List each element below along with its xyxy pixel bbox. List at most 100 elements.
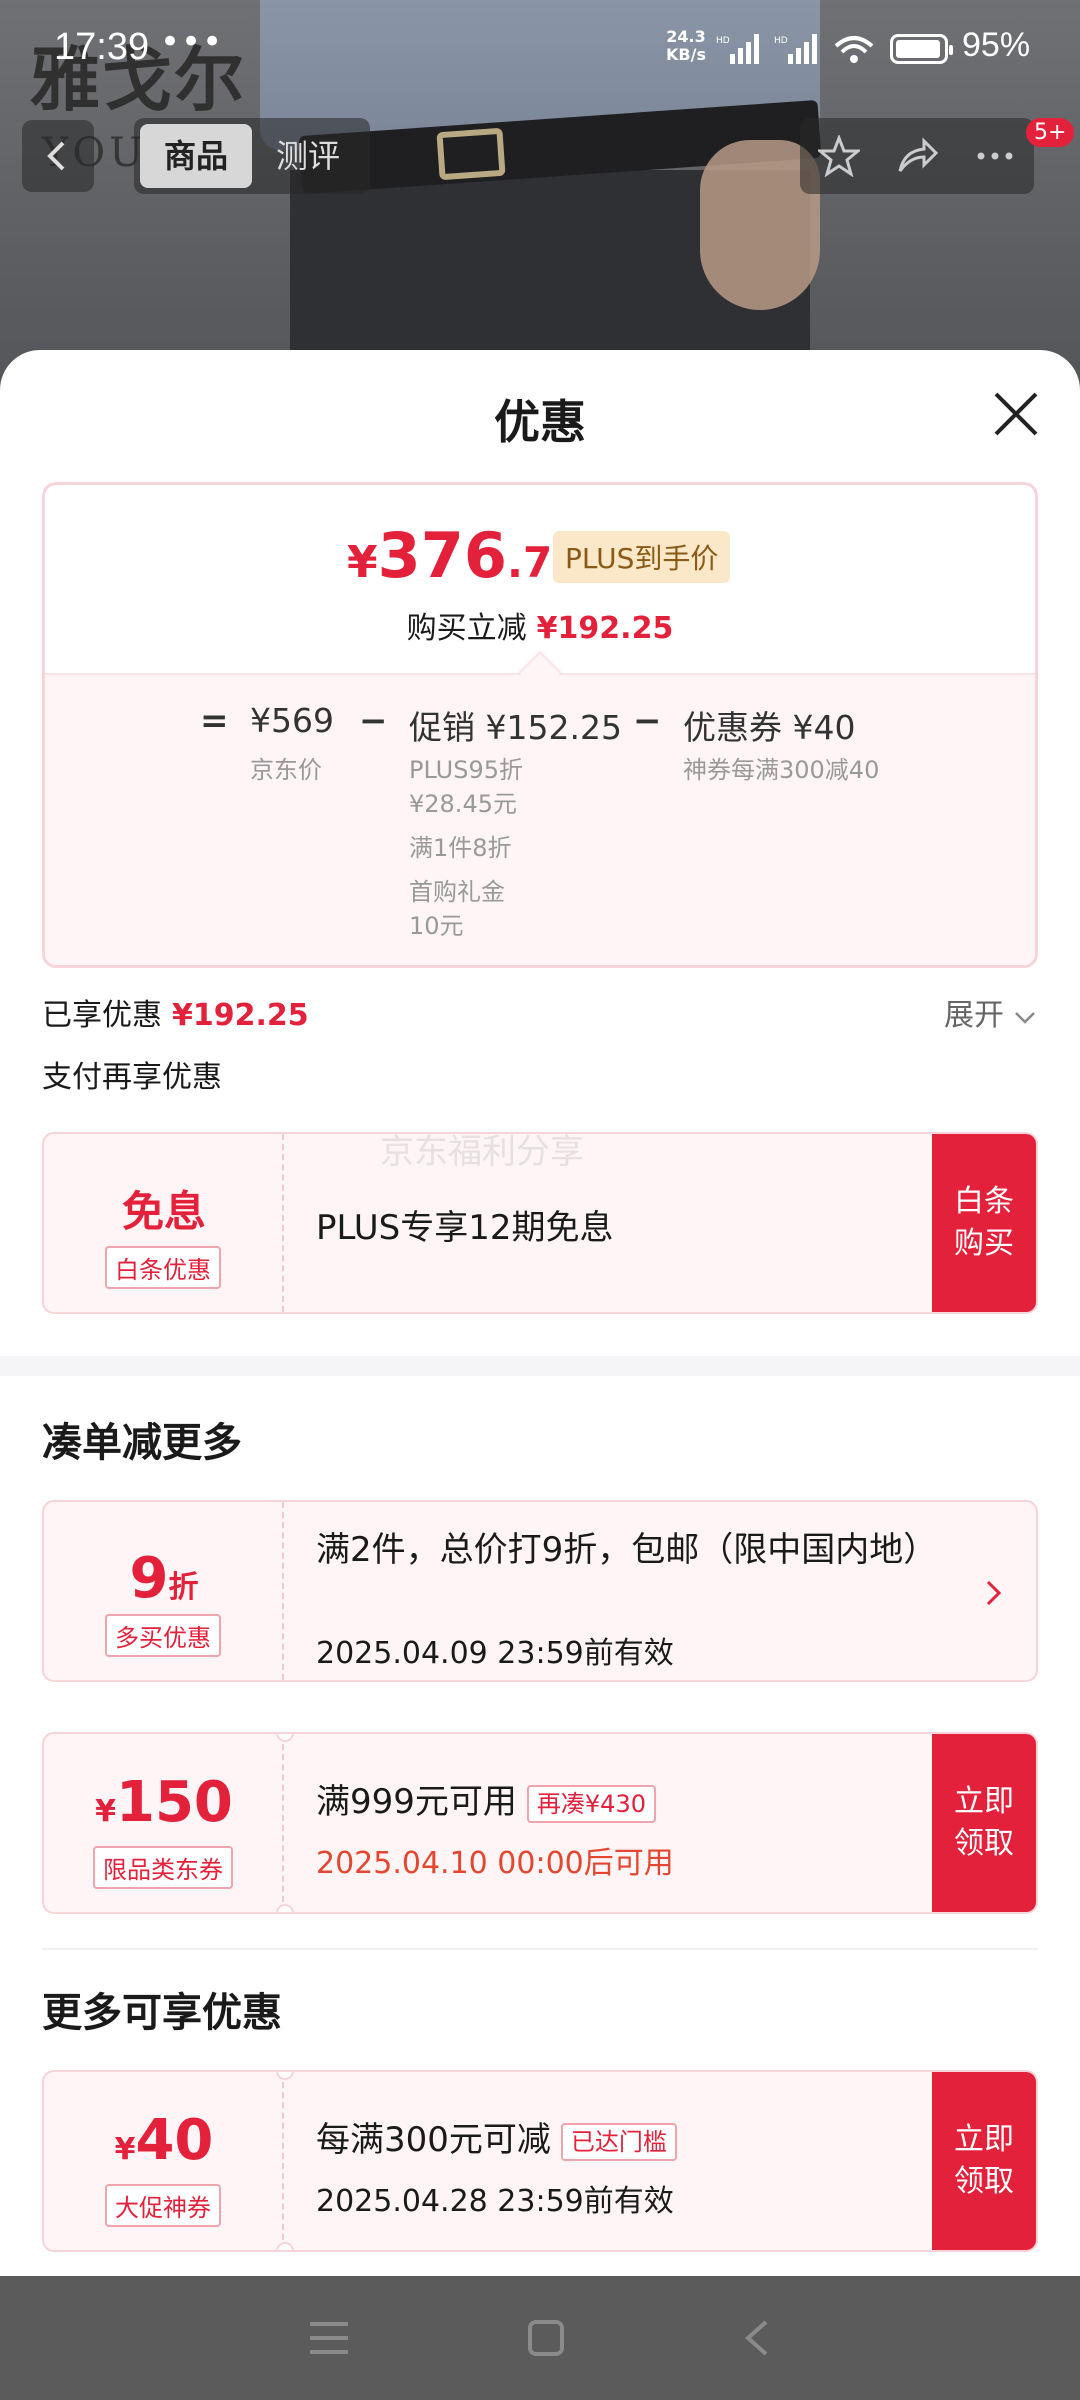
jd-coupon-tag: 限品类东券 (93, 1846, 233, 1889)
jd-coupon-condition: 满999元可用 (316, 1782, 517, 1822)
promo-line: 10元 (409, 912, 464, 940)
chevron-left-icon (47, 141, 65, 171)
promo-coupon-tag: 大促神券 (105, 2184, 221, 2227)
expand-button[interactable]: 展开 (944, 990, 1036, 1034)
system-nav-bar (0, 2276, 1080, 2400)
battery-icon (890, 34, 953, 64)
wifi-icon (834, 36, 874, 63)
multi-buy-number: 9 (129, 1546, 169, 1611)
more-icon[interactable] (974, 135, 1016, 177)
status-bar: 17:39 ••• 24.3 KB/s HD HD 95% (0, 0, 1080, 96)
notification-badge: 5+ (1026, 118, 1075, 147)
tab-review[interactable]: 测评 (252, 124, 364, 188)
promo-line: ¥28.45元 (409, 790, 517, 818)
minus-sign: − (359, 701, 388, 741)
base-price-label: 京东价 (250, 756, 322, 784)
price-summary-card: ¥376.75 PLUS到手价 购买立减 ¥192.25 = ¥569 京东价 −… (42, 482, 1038, 968)
multi-buy-discount: 9折 (44, 1546, 284, 1611)
pay-more-label: 支付再享优惠 (42, 1060, 222, 1095)
home-icon[interactable] (526, 2318, 566, 2358)
price-currency: ¥ (347, 537, 378, 588)
promo-coupon-validity: 2025.04.28 23:59前有效 (316, 2184, 674, 2219)
baitiao-tag: 白条优惠 (105, 1246, 221, 1289)
coupon-left: 免息 白条优惠 (44, 1134, 284, 1312)
baitiao-title: 免息 (121, 1187, 206, 1236)
baitiao-buy-button[interactable]: 白条购买 (932, 1134, 1036, 1312)
close-icon[interactable] (990, 388, 1042, 440)
promo-total: 促销 ¥152.25 (409, 708, 622, 747)
section-title-combine: 凑单减更多 (42, 1420, 242, 1466)
coupon-left: ¥40 大促神券 (44, 2072, 284, 2250)
promo-coupon-card: ¥40 大促神券 每满300元可减 已达门槛 2025.04.28 23:59前有… (42, 2070, 1038, 2252)
status-time: 17:39 (54, 26, 150, 68)
minus-sign: − (633, 701, 662, 741)
promo-line: 首购礼金 (409, 878, 505, 906)
reduce-label: 购买立减 (406, 611, 527, 646)
equals-sign: = (200, 701, 229, 741)
promo-coupon-currency: ¥ (114, 2132, 136, 2167)
section-divider (0, 1356, 1080, 1376)
claim-button[interactable]: 立即领取 (932, 1734, 1036, 1912)
jd-coupon-main: 满999元可用 再凑¥430 (316, 1774, 656, 1823)
expand-label: 展开 (944, 998, 1004, 1033)
back-button[interactable] (22, 120, 94, 192)
coupon-left: ¥150 限品类东券 (44, 1734, 284, 1912)
watermark-text: 京东福利分享 (380, 1132, 584, 1172)
multi-buy-unit: 折 (168, 1570, 199, 1605)
section-divider-thin (42, 1948, 1038, 1950)
multi-buy-tag: 多买优惠 (105, 1614, 221, 1657)
discount-sheet: 优惠 ¥376.75 PLUS到手价 购买立减 ¥192.25 = ¥569 京东… (0, 350, 1080, 2276)
svg-text:HD: HD (716, 36, 730, 46)
jd-coupon-currency: ¥ (95, 1794, 116, 1829)
share-icon[interactable] (896, 135, 938, 177)
chevron-right-icon (986, 1580, 1002, 1606)
battery-percent: 95% (962, 26, 1031, 64)
promo-coupon-amount: ¥40 (44, 2108, 284, 2173)
menu-icon[interactable] (308, 2320, 350, 2356)
promo-coupon-condition: 每满300元可减 (316, 2120, 551, 2160)
promo-line: 满1件8折 (409, 834, 512, 862)
multi-buy-main: 满2件，总价打9折，包邮（限中国内地） (316, 1530, 938, 1570)
promo-coupon-value: 40 (135, 2108, 214, 2173)
multi-buy-validity: 2025.04.09 23:59前有效 (316, 1636, 674, 1671)
sheet-title: 优惠 (494, 395, 586, 449)
jd-coupon-card: ¥150 限品类东券 满999元可用 再凑¥430 2025.04.10 00:0… (42, 1732, 1038, 1914)
promo-coupon-main: 每满300元可减 已达门槛 (316, 2112, 677, 2161)
network-speed-value: 24.3 (666, 27, 706, 46)
coupon-total: 优惠券 ¥40 (683, 708, 856, 747)
claim-button[interactable]: 立即领取 (932, 2072, 1036, 2250)
baitiao-main: PLUS专享12期免息 (316, 1208, 614, 1248)
jd-coupon-validity: 2025.04.10 00:00后可用 (316, 1846, 674, 1881)
product-tabs: 商品 测评 (134, 118, 371, 194)
enjoyed-label: 已享优惠 (42, 998, 162, 1033)
signal-icon-2: HD (774, 34, 817, 64)
coupon-total-label: 神券每满300减40 (683, 756, 880, 784)
network-speed: 24.3 KB/s (662, 28, 710, 64)
tab-product[interactable]: 商品 (140, 124, 253, 188)
final-price: ¥376.75 (347, 519, 581, 592)
plus-price-tag: PLUS到手价 (553, 531, 731, 583)
back-nav-icon[interactable] (742, 2318, 772, 2358)
chevron-down-icon (1014, 1012, 1035, 1024)
price-integer: 376 (377, 519, 508, 592)
enjoyed-discount: 已享优惠 ¥192.25 (42, 990, 309, 1034)
header-actions (800, 118, 1034, 194)
jd-coupon-chip: 再凑¥430 (526, 1784, 656, 1823)
reduce-row: 购买立减 ¥192.25 (45, 603, 1035, 647)
star-icon[interactable] (818, 135, 860, 177)
coupon-notch (276, 1904, 294, 1912)
multi-buy-card[interactable]: 9折 多买优惠 满2件，总价打9折，包邮（限中国内地） 2025.04.09 2… (42, 1500, 1038, 1682)
network-speed-unit: KB/s (666, 45, 706, 64)
belt-buckle (436, 127, 506, 181)
price-breakdown: = ¥569 京东价 − 促销 ¥152.25 PLUS95折 ¥28.45元 … (45, 673, 1035, 965)
jd-coupon-value: 150 (115, 1770, 233, 1835)
coupon-notch (276, 2242, 294, 2250)
promo-line: PLUS95折 (409, 756, 523, 784)
enjoyed-value: ¥192.25 (172, 998, 309, 1033)
coupon-left: 9折 多买优惠 (44, 1502, 284, 1680)
promo-coupon-chip: 已达门槛 (560, 2122, 677, 2161)
status-more-icon: ••• (160, 22, 224, 62)
jd-coupon-amount: ¥150 (44, 1770, 284, 1835)
reduce-value: ¥192.25 (536, 611, 674, 646)
base-price: ¥569 (250, 701, 334, 740)
